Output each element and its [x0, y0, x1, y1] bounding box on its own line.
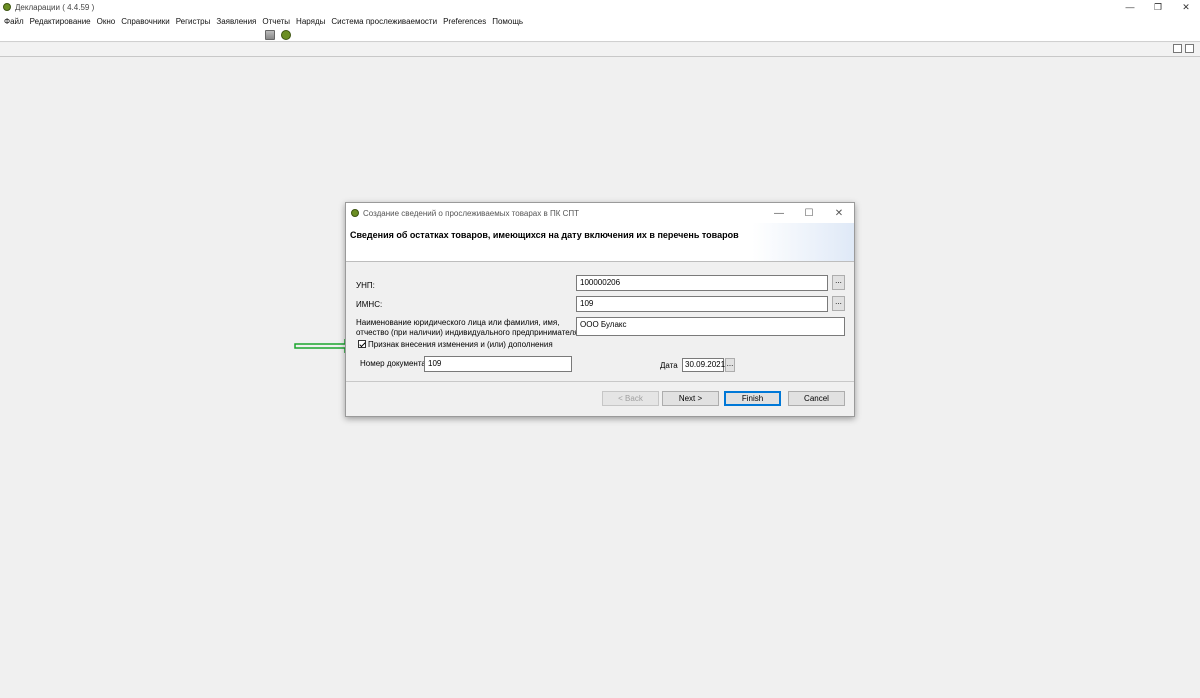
change-flag-label: Признак внесения изменения и (или) допол…	[368, 340, 553, 349]
menu-traceability[interactable]: Система прослеживаемости	[331, 17, 437, 26]
dialog-title: Создание сведений о прослеживаемых товар…	[363, 208, 579, 218]
dialog-minimize-button[interactable]: —	[764, 203, 794, 223]
imns-label: ИМНС:	[356, 300, 383, 309]
menu-preferences[interactable]: Preferences	[443, 17, 486, 26]
menu-bar: Файл Редактирование Окно Справочники Рег…	[0, 14, 1200, 28]
date-picker-button[interactable]: ...	[725, 358, 735, 372]
app-title: Декларации ( 4.4.59 )	[15, 2, 95, 12]
name-label-line2: отчество (при наличии) индивидуального п…	[356, 328, 579, 337]
menu-registers[interactable]: Регистры	[176, 17, 211, 26]
menu-orders[interactable]: Наряды	[296, 17, 325, 26]
button-separator	[346, 381, 854, 382]
menu-applications[interactable]: Заявления	[216, 17, 256, 26]
menu-references[interactable]: Справочники	[121, 17, 169, 26]
imns-browse-button[interactable]: ...	[832, 296, 845, 311]
next-button[interactable]: Next >	[662, 391, 719, 406]
date-field[interactable]: 30.09.2021	[682, 358, 725, 372]
menu-window[interactable]: Окно	[97, 17, 116, 26]
unp-label: УНП:	[356, 281, 375, 290]
finish-button[interactable]: Finish	[724, 391, 781, 406]
imns-field[interactable]: 109	[576, 296, 828, 312]
unp-browse-button[interactable]: ...	[832, 275, 845, 290]
minimize-button[interactable]: —	[1116, 0, 1144, 14]
editor-minimize-icon[interactable]	[1173, 44, 1182, 53]
date-label: Дата	[660, 361, 678, 370]
dialog-close-button[interactable]: ✕	[824, 203, 854, 223]
dialog-form: УНП: 100000206 ... ИМНС: 109 ... Наимено…	[346, 262, 854, 381]
dialog-maximize-button[interactable]: ☐	[794, 203, 824, 223]
back-button[interactable]: < Back	[602, 391, 659, 406]
menu-file[interactable]: Файл	[4, 17, 24, 26]
create-traceability-dialog: Создание сведений о прослеживаемых товар…	[345, 202, 855, 417]
menu-reports[interactable]: Отчеты	[262, 17, 290, 26]
documents-icon[interactable]	[265, 30, 275, 40]
app-titlebar: Декларации ( 4.4.59 ) — ❐ ✕	[0, 0, 1200, 14]
unp-field[interactable]: 100000206	[576, 275, 828, 291]
dialog-banner: Сведения об остатках товаров, имеющихся …	[346, 223, 854, 262]
menu-help[interactable]: Помощь	[492, 17, 523, 26]
dialog-titlebar: Создание сведений о прослеживаемых товар…	[346, 203, 854, 223]
app-logo-icon	[3, 3, 11, 11]
doc-number-label: Номер документа	[360, 359, 426, 368]
restore-button[interactable]: ❐	[1144, 0, 1172, 14]
app-logo-icon[interactable]	[281, 30, 291, 40]
dialog-controls: — ☐ ✕	[764, 203, 854, 223]
doc-number-field[interactable]: 109	[424, 356, 572, 372]
editor-maximize-icon[interactable]	[1185, 44, 1194, 53]
editor-header	[0, 43, 1200, 57]
editor-controls	[1173, 44, 1194, 53]
dialog-button-row: < Back Next > Finish Cancel	[346, 391, 854, 407]
cancel-button[interactable]: Cancel	[788, 391, 845, 406]
name-field[interactable]: ООО Булакс	[576, 317, 845, 336]
change-flag-checkbox[interactable]	[358, 340, 366, 348]
app-logo-icon	[351, 209, 359, 217]
menu-edit[interactable]: Редактирование	[30, 17, 91, 26]
window-controls: — ❐ ✕	[1116, 0, 1200, 14]
close-button[interactable]: ✕	[1172, 0, 1200, 14]
dialog-heading: Сведения об остатках товаров, имеющихся …	[350, 230, 739, 240]
name-label-line1: Наименование юридического лица или фамил…	[356, 318, 560, 327]
toolbar	[0, 28, 1200, 42]
